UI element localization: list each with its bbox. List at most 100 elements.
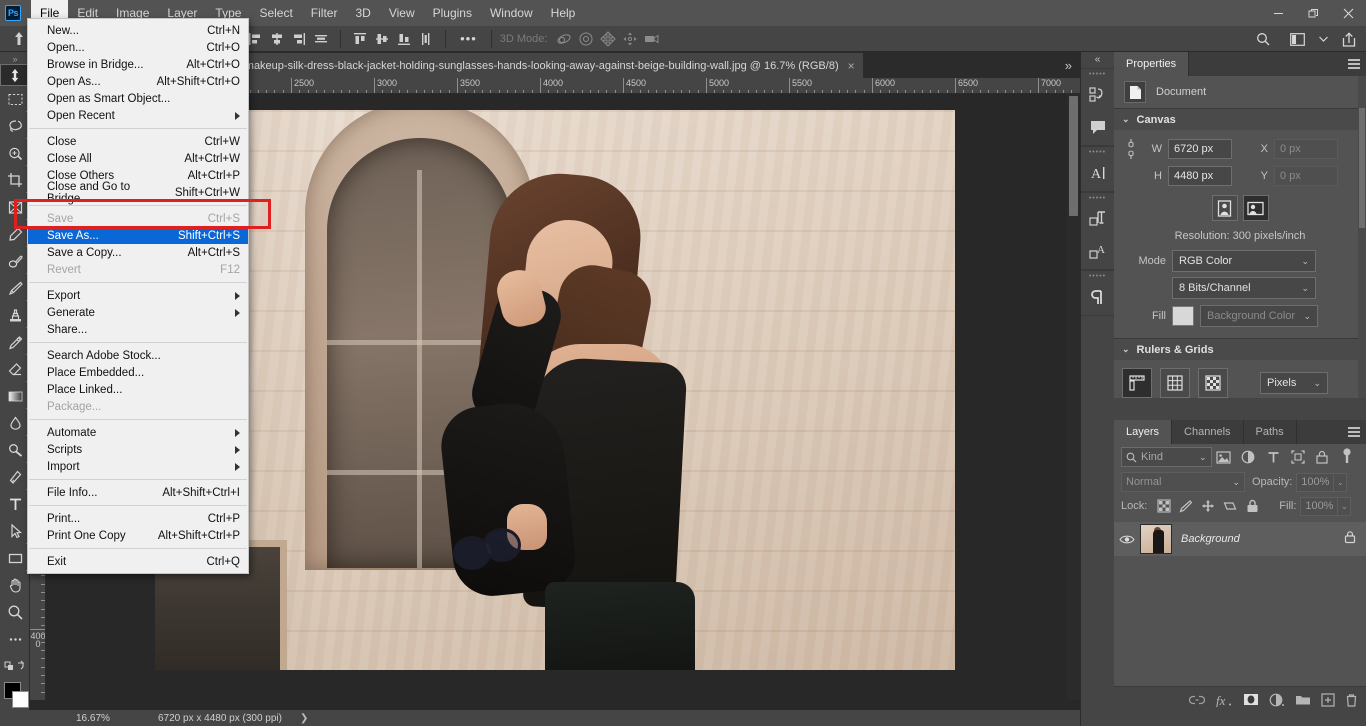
menu-item-open-as[interactable]: Open As... Alt+Shift+Ctrl+O — [28, 73, 248, 90]
tab-paths[interactable]: Paths — [1243, 420, 1297, 444]
menu-item-new[interactable]: New... Ctrl+N — [28, 22, 248, 39]
tab-overflow-button[interactable]: » — [1057, 53, 1080, 78]
align-vertical-centers-icon[interactable] — [371, 29, 393, 49]
bit-depth-select[interactable]: 8 Bits/Channel ⌄ — [1172, 277, 1316, 299]
lock-transparent-pixels-icon[interactable] — [1153, 496, 1175, 516]
menu-item-open-recent[interactable]: Open Recent — [28, 107, 248, 124]
menu-item-import[interactable]: Import — [28, 458, 248, 475]
menu-item-generate[interactable]: Generate — [28, 304, 248, 321]
canvas-height-input[interactable]: 4480 px — [1168, 166, 1232, 186]
canvas-x-input[interactable]: 0 px — [1274, 139, 1338, 159]
close-button[interactable] — [1331, 0, 1366, 26]
tab-layers[interactable]: Layers — [1114, 420, 1173, 444]
landscape-orientation-icon[interactable] — [1242, 195, 1269, 221]
table-row[interactable]: Background — [1114, 522, 1366, 556]
dodge-tool[interactable] — [0, 437, 30, 464]
lock-artboard-icon[interactable] — [1219, 496, 1241, 516]
tab-properties[interactable]: Properties — [1114, 52, 1190, 76]
panel-menu-icon[interactable] — [1348, 59, 1360, 69]
align-bottom-edges-icon[interactable] — [393, 29, 415, 49]
path-selection-tool[interactable] — [0, 518, 30, 545]
menu-filter[interactable]: Filter — [302, 0, 347, 26]
panel-menu-icon[interactable] — [1348, 427, 1360, 437]
portrait-orientation-icon[interactable] — [1211, 195, 1238, 221]
filter-shape-icon[interactable] — [1285, 446, 1310, 468]
menu-item-export[interactable]: Export — [28, 287, 248, 304]
menu-item-browse-in-bridge[interactable]: Browse in Bridge... Alt+Ctrl+O — [28, 56, 248, 73]
rectangle-tool[interactable] — [0, 545, 30, 572]
slide-3d-icon[interactable] — [619, 29, 641, 49]
tab-channels[interactable]: Channels — [1172, 420, 1244, 444]
move-tool[interactable] — [0, 64, 30, 86]
background-color-swatch[interactable] — [12, 691, 29, 708]
menu-item-place-embedded[interactable]: Place Embedded... — [28, 364, 248, 381]
fill-dropdown-icon[interactable]: ⌄ — [1338, 496, 1352, 516]
align-horizontal-centers-icon[interactable] — [266, 29, 288, 49]
fill-color-swatch[interactable] — [1172, 306, 1194, 326]
roll-3d-icon[interactable] — [575, 29, 597, 49]
filter-type-icon[interactable] — [1261, 446, 1286, 468]
menu-plugins[interactable]: Plugins — [424, 0, 481, 26]
paragraph-styles-icon[interactable]: A — [1081, 235, 1115, 267]
canvas-vertical-scrollbar[interactable] — [1067, 94, 1080, 700]
layer-name[interactable]: Background — [1181, 533, 1240, 545]
file-menu-dropdown[interactable]: New... Ctrl+N Open... Ctrl+O Browse in Bridg… — [27, 18, 249, 574]
menu-item-close-and-go-to-bridge[interactable]: Close and Go to Bridge... Shift+Ctrl+W — [28, 181, 248, 205]
layer-locked-icon[interactable] — [1344, 530, 1356, 549]
more-options-button[interactable]: ••• — [454, 31, 483, 46]
clone-stamp-tool[interactable] — [0, 302, 30, 329]
object-selection-tool[interactable] — [0, 140, 30, 167]
menu-item-close-all[interactable]: Close All Alt+Ctrl+W — [28, 150, 248, 167]
new-group-icon[interactable] — [1295, 693, 1311, 706]
panel-grip[interactable]: ••••• — [1081, 195, 1114, 203]
grid-icon[interactable] — [1160, 368, 1190, 398]
lock-all-icon[interactable] — [1241, 496, 1263, 516]
frame-tool[interactable] — [0, 194, 30, 221]
lasso-tool[interactable] — [0, 113, 30, 140]
menu-view[interactable]: View — [380, 0, 424, 26]
history-brush-tool[interactable] — [0, 329, 30, 356]
menu-3d[interactable]: 3D — [346, 0, 379, 26]
orbit-3d-icon[interactable] — [553, 29, 575, 49]
lock-position-icon[interactable] — [1197, 496, 1219, 516]
workspace-icon[interactable] — [1280, 26, 1315, 52]
document-image[interactable] — [155, 110, 955, 670]
opacity-dropdown-icon[interactable]: ⌄ — [1334, 472, 1348, 492]
fill-value[interactable]: 100% — [1300, 496, 1339, 516]
align-top-edges-icon[interactable] — [349, 29, 371, 49]
eyedropper-tool[interactable] — [0, 221, 30, 248]
horizontal-type-tool[interactable] — [0, 491, 30, 518]
menu-item-search-adobe-stock[interactable]: Search Adobe Stock... — [28, 347, 248, 364]
color-mode-select[interactable]: RGB Color ⌄ — [1172, 250, 1316, 272]
fill-type-select[interactable]: Background Color ⌄ — [1200, 305, 1318, 327]
new-adjustment-layer-icon[interactable] — [1269, 693, 1285, 707]
menu-item-open-as-smart-object[interactable]: Open as Smart Object... — [28, 90, 248, 107]
chevron-down-icon[interactable] — [1315, 26, 1331, 52]
canvas-y-input[interactable]: 0 px — [1274, 166, 1338, 186]
zoom-level-field[interactable]: 16.67% — [76, 713, 132, 724]
scrollbar-thumb[interactable] — [1359, 108, 1365, 228]
menu-item-share[interactable]: Share... — [28, 321, 248, 338]
menu-item-save-as[interactable]: Save As... Shift+Ctrl+S — [28, 227, 248, 244]
zoom-tool[interactable] — [0, 599, 30, 626]
status-info-menu-arrow[interactable]: ❯ — [300, 713, 308, 724]
menu-item-automate[interactable]: Automate — [28, 424, 248, 441]
rulers-grids-section-header[interactable]: ⌄ Rulers & Grids — [1114, 338, 1366, 360]
canvas-section-header[interactable]: ⌄ Canvas — [1114, 108, 1366, 130]
transparency-grid-icon[interactable] — [1198, 368, 1228, 398]
minimize-button[interactable] — [1261, 0, 1296, 26]
crop-tool[interactable] — [0, 167, 30, 194]
panel-grip[interactable]: ••••• — [1081, 149, 1114, 157]
panel-grip[interactable]: ••••• — [1081, 71, 1114, 79]
character-styles-icon[interactable] — [1081, 203, 1115, 235]
toolbar-grip[interactable]: » — [0, 54, 29, 64]
panel-grip[interactable]: ••••• — [1081, 273, 1114, 281]
close-icon[interactable]: × — [848, 60, 855, 72]
scrollbar-thumb[interactable] — [1069, 96, 1078, 216]
rulers-icon[interactable] — [1122, 368, 1152, 398]
menu-item-print[interactable]: Print... Ctrl+P — [28, 510, 248, 527]
align-right-edges-icon[interactable] — [288, 29, 310, 49]
menu-item-close[interactable]: Close Ctrl+W — [28, 133, 248, 150]
units-select[interactable]: Pixels ⌄ — [1260, 372, 1328, 394]
filter-smart-object-icon[interactable] — [1310, 446, 1335, 468]
